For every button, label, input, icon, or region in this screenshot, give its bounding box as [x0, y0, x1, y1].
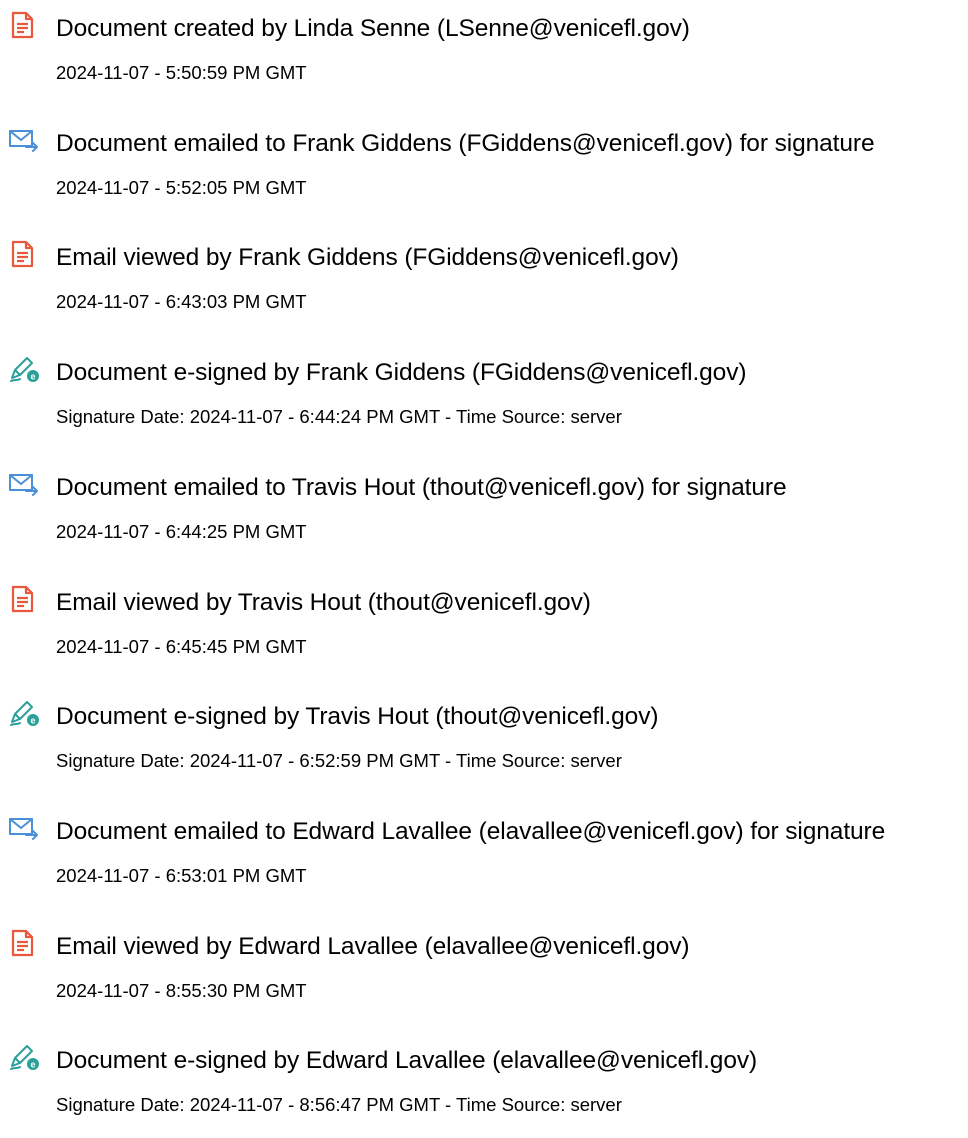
event-timestamp: 2024-11-07 - 6:53:01 PM GMT — [56, 865, 307, 886]
event-timestamp: 2024-11-07 - 5:50:59 PM GMT — [56, 62, 307, 83]
email-send-icon — [8, 125, 40, 155]
document-icon — [8, 928, 40, 958]
event-title: Document emailed to Frank Giddens (FGidd… — [56, 130, 875, 157]
event-timestamp: 2024-11-07 - 5:52:05 PM GMT — [56, 177, 307, 198]
audit-event: Email viewed by Edward Lavallee (elavall… — [0, 924, 968, 1024]
event-title: Document created by Linda Senne (LSenne@… — [56, 15, 690, 42]
audit-event: e Document e-signed by Travis Hout (thou… — [0, 694, 968, 794]
document-icon — [8, 239, 40, 269]
audit-event: Email viewed by Frank Giddens (FGiddens@… — [0, 235, 968, 335]
event-title: Document e-signed by Travis Hout (thout@… — [56, 703, 659, 730]
audit-event: Document created by Linda Senne (LSenne@… — [0, 6, 968, 106]
svg-text:e: e — [30, 1060, 35, 1070]
audit-event: Email viewed by Travis Hout (thout@venic… — [0, 580, 968, 680]
event-timestamp: 2024-11-07 - 8:55:30 PM GMT — [56, 980, 307, 1001]
event-timestamp: Signature Date: 2024-11-07 - 6:52:59 PM … — [56, 750, 622, 771]
esign-pen-icon: e — [8, 1042, 40, 1072]
svg-text:e: e — [30, 372, 35, 382]
event-timestamp: Signature Date: 2024-11-07 - 6:44:24 PM … — [56, 406, 622, 427]
event-title: Email viewed by Travis Hout (thout@venic… — [56, 589, 591, 616]
esign-pen-icon: e — [8, 354, 40, 384]
audit-event: e Document e-signed by Frank Giddens (FG… — [0, 350, 968, 450]
event-title: Document e-signed by Frank Giddens (FGid… — [56, 359, 747, 386]
event-timestamp: 2024-11-07 - 6:45:45 PM GMT — [56, 636, 307, 657]
document-icon — [8, 584, 40, 614]
svg-text:e: e — [30, 716, 35, 726]
document-icon — [8, 10, 40, 40]
email-send-icon — [8, 813, 40, 843]
email-send-icon — [8, 469, 40, 499]
event-title: Email viewed by Frank Giddens (FGiddens@… — [56, 244, 679, 271]
event-title: Document emailed to Edward Lavallee (ela… — [56, 818, 886, 845]
event-title: Document emailed to Travis Hout (thout@v… — [56, 474, 787, 501]
event-title: Document e-signed by Edward Lavallee (el… — [56, 1047, 758, 1074]
audit-event: Document emailed to Frank Giddens (FGidd… — [0, 121, 968, 221]
event-timestamp: 2024-11-07 - 6:44:25 PM GMT — [56, 521, 307, 542]
audit-event: Document emailed to Travis Hout (thout@v… — [0, 465, 968, 565]
audit-event: Document emailed to Edward Lavallee (ela… — [0, 809, 968, 909]
esign-pen-icon: e — [8, 698, 40, 728]
audit-event: e Document e-signed by Edward Lavallee (… — [0, 1038, 968, 1138]
event-title: Email viewed by Edward Lavallee (elavall… — [56, 933, 690, 960]
event-timestamp: Signature Date: 2024-11-07 - 8:56:47 PM … — [56, 1094, 622, 1115]
event-timestamp: 2024-11-07 - 6:43:03 PM GMT — [56, 291, 307, 312]
